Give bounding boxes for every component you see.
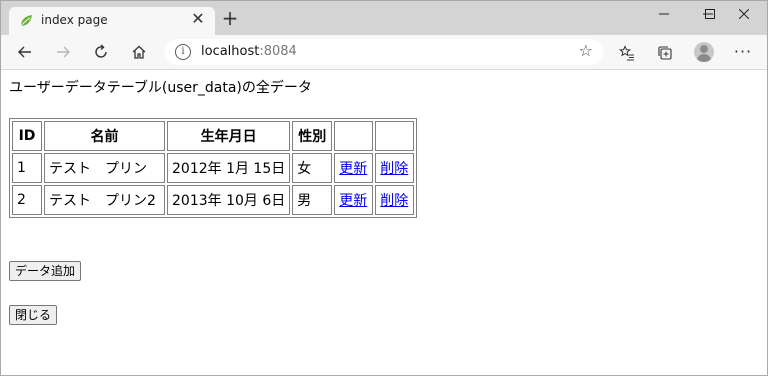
header-update: [334, 121, 374, 151]
cell-id: 2: [12, 185, 42, 215]
table-row: 2 テスト プリン2 2013年 10月 6日 男 更新 削除: [12, 185, 415, 215]
more-icon[interactable]: ···: [729, 39, 757, 65]
new-tab-icon[interactable]: +: [219, 7, 241, 29]
page-heading: ユーザーデータテーブル(user_data)の全データ: [9, 80, 312, 96]
page-content: ユーザーデータテーブル(user_data)の全データ ID 名前 生年月日 性…: [1, 70, 767, 375]
table-header-row: ID 名前 生年月日 性別: [12, 121, 415, 151]
delete-link[interactable]: 削除: [380, 161, 408, 177]
arrow-left-icon[interactable]: [11, 39, 39, 65]
url-host: localhost: [201, 44, 260, 59]
address-bar[interactable]: i localhost:8084 ☆: [165, 39, 603, 65]
header-birthday: 生年月日: [167, 121, 291, 151]
url-text[interactable]: localhost:8084: [201, 44, 297, 59]
header-id: ID: [12, 121, 42, 151]
star-icon[interactable]: ☆: [579, 41, 593, 60]
collections-icon[interactable]: [651, 39, 679, 65]
cell-birthday: 2013年 10月 6日: [167, 185, 291, 215]
header-delete: [375, 121, 415, 151]
header-gender: 性別: [292, 121, 333, 151]
avatar-head: [700, 45, 708, 53]
minimize-icon[interactable]: [641, 1, 687, 29]
refresh-icon[interactable]: [87, 39, 115, 65]
info-icon[interactable]: i: [175, 44, 191, 60]
home-icon[interactable]: [125, 39, 153, 65]
cell-delete: 削除: [375, 185, 415, 215]
user-data-table: ID 名前 生年月日 性別 1 テスト プリン 2012年 1月 15日 女 更…: [9, 118, 418, 218]
cell-update: 更新: [334, 153, 374, 183]
cell-birthday: 2012年 1月 15日: [167, 153, 291, 183]
cell-gender: 女: [292, 153, 333, 183]
update-link[interactable]: 更新: [339, 161, 367, 177]
browser-tab[interactable]: index page ✕: [9, 7, 215, 35]
cell-gender: 男: [292, 185, 333, 215]
cell-name: テスト プリン: [44, 153, 165, 183]
add-data-button[interactable]: データ追加: [9, 261, 82, 281]
close-button[interactable]: 閉じる: [9, 305, 58, 325]
delete-link[interactable]: 削除: [380, 193, 408, 209]
avatar[interactable]: [694, 42, 714, 62]
cell-delete: 削除: [375, 153, 415, 183]
close-window-icon[interactable]: [721, 1, 767, 29]
cell-name: テスト プリン2: [44, 185, 165, 215]
update-link[interactable]: 更新: [339, 193, 367, 209]
spring-leaf-icon: [20, 15, 32, 27]
url-port: :8084: [259, 44, 297, 59]
favorites-icon[interactable]: [613, 39, 641, 65]
close-tab-icon[interactable]: ✕: [189, 10, 207, 28]
table-row: 1 テスト プリン 2012年 1月 15日 女 更新 削除: [12, 153, 415, 183]
avatar-body: [697, 54, 711, 62]
browser-window: index page ✕ + i localhost:8084 ☆ ··· ユー…: [0, 0, 768, 376]
tab-title: index page: [41, 13, 108, 27]
cell-update: 更新: [334, 185, 374, 215]
arrow-right-icon[interactable]: [49, 39, 77, 65]
browser-toolbar: i localhost:8084 ☆ ···: [1, 35, 767, 70]
header-name: 名前: [44, 121, 165, 151]
cell-id: 1: [12, 153, 42, 183]
